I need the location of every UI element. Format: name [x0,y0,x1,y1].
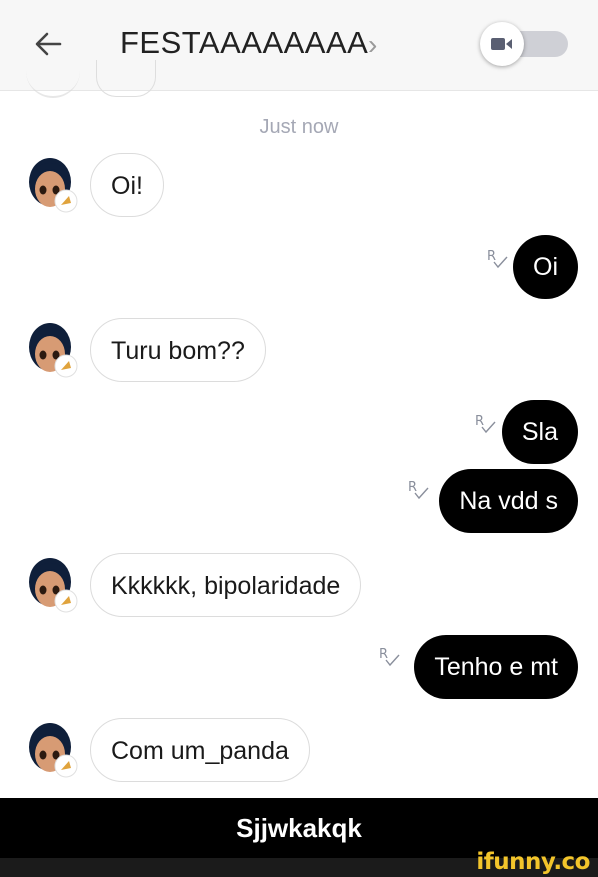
message-bubble-outgoing[interactable]: Oi [513,235,578,299]
message-bubble-incoming[interactable]: Com um_panda [90,718,310,782]
message-bubble-outgoing[interactable]: Sla [501,400,578,464]
avatar[interactable] [22,718,82,780]
previous-bubble-partial [96,60,156,97]
avatar[interactable] [22,318,82,380]
video-camera-icon [491,38,512,50]
read-receipt-icon: R [379,647,400,667]
chevron-right-icon[interactable]: › [368,29,377,61]
message-bubble-outgoing[interactable]: Tenho e mt [414,635,578,699]
avatar[interactable] [22,153,82,215]
arrow-left-icon[interactable] [30,26,66,62]
video-call-toggle[interactable] [480,22,570,66]
read-receipt-icon: R [408,480,429,500]
read-receipt-icon: R [475,414,496,434]
message-bubble-incoming[interactable]: Oi! [90,153,164,217]
message-bubble-incoming[interactable]: Kkkkkk, bipolaridade [90,553,362,617]
toggle-knob [480,22,524,66]
chat-title[interactable]: FESTAAAAAAAA [120,25,368,61]
message-bubble-incoming[interactable]: Turu bom?? [90,318,266,382]
chat-header: FESTAAAAAAAA › [0,0,598,91]
message-bubble-outgoing[interactable]: Na vdd s [439,469,578,533]
previous-avatar-partial [26,60,80,98]
read-receipt-icon: R [487,249,508,269]
avatar[interactable] [22,553,82,615]
ifunny-watermark: ifunny.co [476,849,590,875]
message-timestamp: Just now [259,116,339,138]
